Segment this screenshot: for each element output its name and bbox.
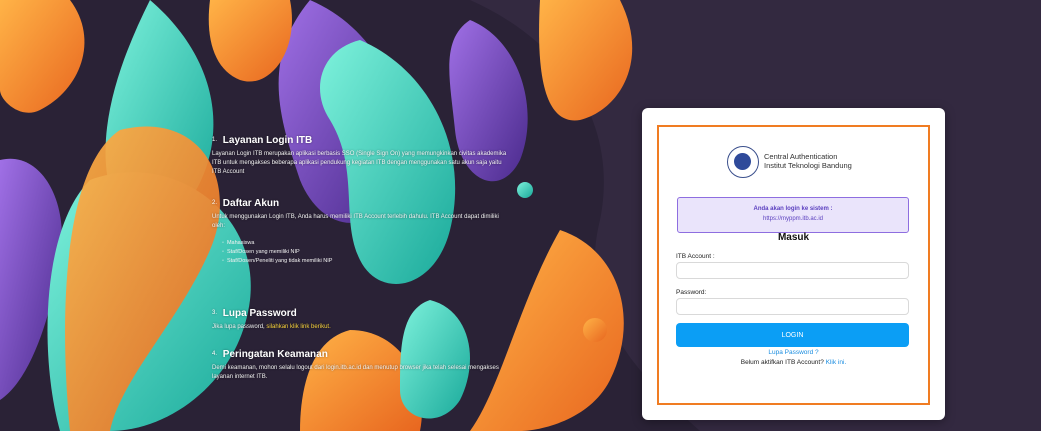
forgot-password-link[interactable]: Lupa Password ? — [642, 349, 945, 356]
account-label: ITB Account : — [676, 253, 715, 260]
info-section-forgot-password: 3. Lupa Password Jika lupa password, sil… — [212, 307, 512, 332]
section-title: Layanan Login ITB — [222, 135, 313, 147]
reset-password-link[interactable]: silahkan klik link berikut. — [266, 324, 330, 330]
login-button[interactable]: LOGIN — [676, 323, 909, 347]
activate-account-row: Belum aktifkan ITB Account? Klik ini. — [642, 359, 945, 366]
activate-text: Belum aktifkan ITB Account? — [740, 359, 826, 366]
info-section-login: 1. Layanan Login ITB Layanan Login ITB m… — [212, 134, 512, 177]
section-number: 3. — [212, 310, 218, 316]
section-body: Jika lupa password, — [212, 324, 267, 331]
itb-account-input[interactable] — [676, 262, 909, 279]
activate-account-link[interactable]: Klik ini. — [826, 359, 847, 366]
section-body: Layanan Login ITB merupakan aplikasi ber… — [212, 151, 507, 176]
list-item: Staf/Dosen/Peneliti yang tidak memiliki … — [222, 257, 512, 266]
brand-line-2: Institut Teknologi Bandung — [764, 161, 852, 170]
notice-title: Anda akan login ke sistem : — [753, 206, 833, 212]
list-item: Mahasiswa — [222, 239, 512, 248]
brand-header: Central Authentication Institut Teknolog… — [727, 146, 887, 180]
info-section-accounts: 2. Daftar Akun Untuk menggunakan Login I… — [212, 197, 512, 266]
account-type-list: Mahasiswa Staf/Dosen yang memiliki NIP S… — [222, 239, 512, 266]
section-number: 1. — [212, 137, 218, 143]
itb-seal-icon — [727, 146, 759, 178]
brand-line-1: Central Authentication — [764, 152, 838, 161]
info-section-security: 4. Peringatan Keamanan Demi keamanan, mo… — [212, 348, 512, 382]
section-body: Untuk menggunakan Login ITB, Anda harus … — [212, 214, 499, 230]
login-card: Central Authentication Institut Teknolog… — [642, 108, 945, 420]
section-title: Daftar Akun — [222, 198, 280, 210]
section-number: 4. — [212, 351, 218, 357]
list-item: Staf/Dosen yang memiliki NIP — [222, 248, 512, 257]
login-heading: Masuk — [777, 232, 810, 243]
section-number: 2. — [212, 200, 218, 206]
section-title: Lupa Password — [222, 308, 297, 320]
target-system-notice: Anda akan login ke sistem : https://mypp… — [677, 197, 909, 233]
notice-url: https://myppm.itb.ac.id — [762, 216, 824, 222]
password-label: Password: — [676, 289, 707, 296]
password-input[interactable] — [676, 298, 909, 315]
section-body: Demi keamanan, mohon selalu logout dari … — [212, 365, 499, 381]
section-title: Peringatan Keamanan — [222, 349, 328, 361]
